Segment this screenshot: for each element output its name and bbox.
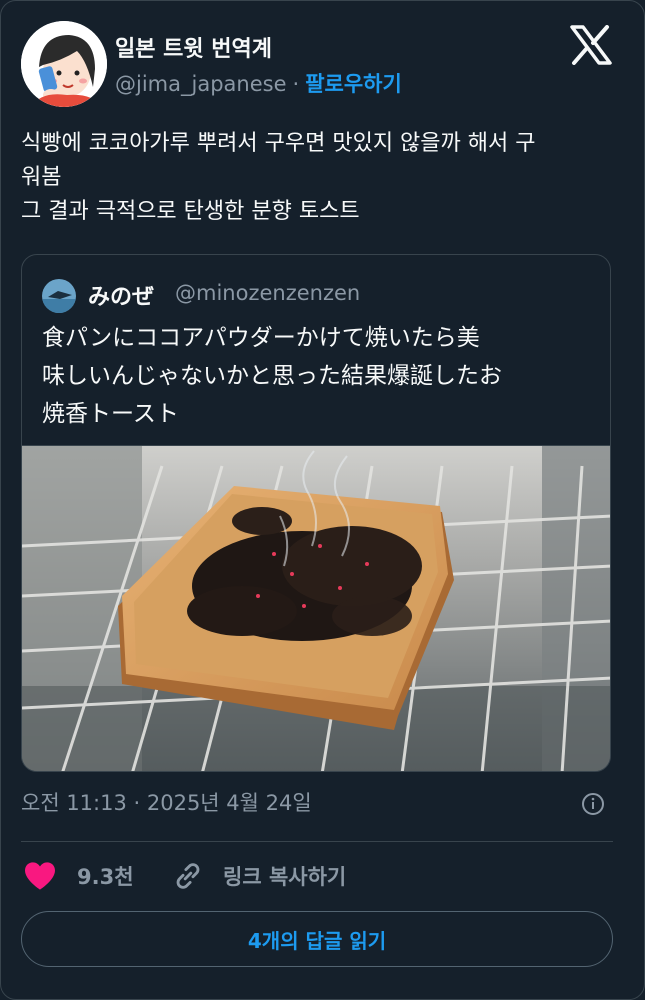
tweet-text-line: 워봄: [21, 165, 62, 190]
author-handle-row: @jima_japanese · 팔로우하기: [115, 68, 402, 98]
like-button[interactable]: 9.3천: [23, 858, 134, 894]
quoted-author-avatar[interactable]: [42, 279, 76, 313]
heart-icon: [25, 862, 55, 890]
toast-photo[interactable]: [22, 445, 610, 771]
link-icon: [176, 863, 200, 889]
quoted-text-line: 焼香トースト: [42, 401, 179, 427]
like-count: 9.3천: [77, 865, 134, 889]
info-icon[interactable]: [581, 792, 605, 816]
quoted-text-line: 食パンにココアパウダーかけて焼いたら美: [42, 325, 480, 351]
tweet-embed-card: 일본 트윗 번역계 @jima_japanese · 팔로우하기 식빵에 코코아가루…: [0, 0, 645, 1000]
follow-button[interactable]: 팔로우하기: [305, 72, 402, 96]
copy-link-label: 링크 복사하기: [223, 865, 347, 889]
separator-dot: ·: [292, 72, 300, 96]
author-handle[interactable]: @jima_japanese: [115, 72, 287, 96]
quoted-text: 食パンにココアパウダーかけて焼いたら美 味しいんじゃないかと思った結果爆誕したお…: [42, 319, 602, 433]
tweet-text-line: 식빵에 코코아가루 뿌려서 구우면 맛있지 않을까 해서 구: [21, 131, 536, 156]
tweet-timestamp[interactable]: 오전 11:13 · 2025년 4월 24일: [21, 787, 312, 817]
quoted-tweet[interactable]: みのぜ @minozenzenzen 食パンにココアパウダーかけて焼いたら美 味…: [21, 254, 611, 772]
tweet-text-line: 그 결과 극적으로 탄생한 분향 토스트: [21, 199, 360, 224]
tweet-text: 식빵에 코코아가루 뿌려서 구우면 맛있지 않을까 해서 구 워봄 그 결과 극…: [21, 127, 621, 229]
author-avatar[interactable]: [21, 21, 107, 107]
divider: [21, 841, 613, 842]
quoted-text-line: 味しいんじゃないかと思った結果爆誕したお: [42, 363, 502, 389]
author-display-name[interactable]: 일본 트윗 번역계: [115, 31, 272, 63]
quoted-handle[interactable]: @minozenzenzen: [175, 281, 360, 305]
read-replies-label: 4개의 답글 읽기: [247, 928, 387, 953]
copy-link-button[interactable]: 링크 복사하기: [171, 858, 346, 894]
read-replies-button[interactable]: 4개의 답글 읽기: [21, 911, 613, 967]
quoted-display-name[interactable]: みのぜ: [88, 279, 154, 311]
x-logo-icon[interactable]: [569, 25, 613, 65]
